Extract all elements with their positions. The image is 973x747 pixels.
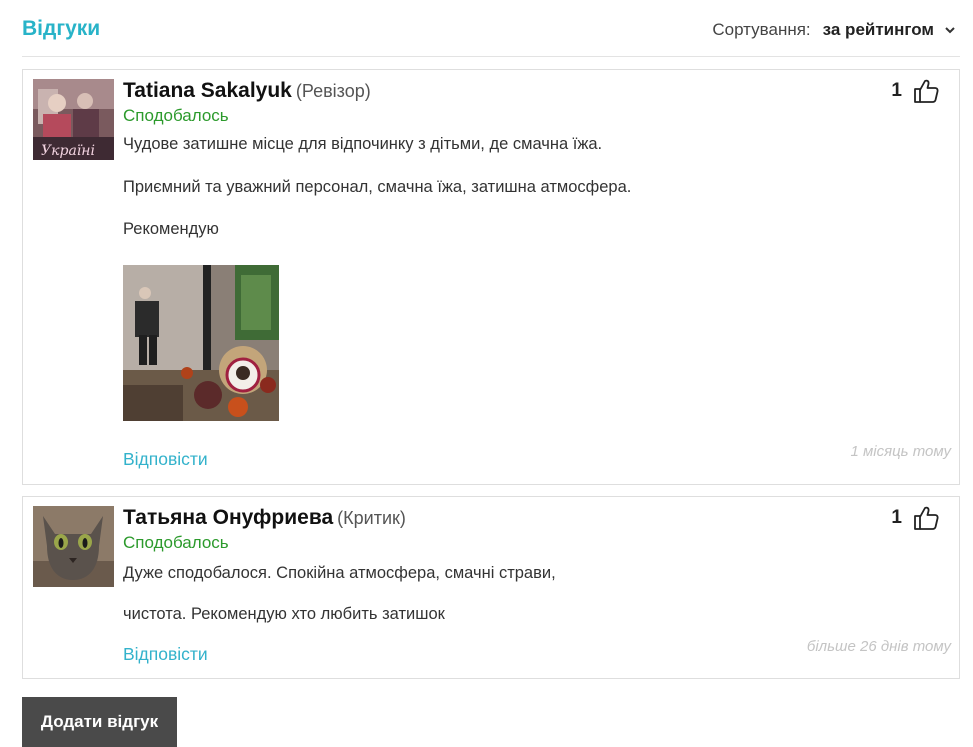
reviews-title: Відгуки (22, 17, 101, 40)
author-name[interactable]: Tatiana Sakalyuk (123, 79, 292, 102)
review-card: Татьяна Онуфриева (Критик) Сподобалось Ду… (22, 496, 960, 679)
review-author-line: Татьяна Онуфриева (Критик) (123, 506, 406, 530)
reply-link[interactable]: Відповісти (123, 449, 208, 470)
svg-text:Україні: Україні (41, 143, 95, 159)
review-status: Сподобалось (123, 533, 229, 552)
author-rank: (Ревізор) (295, 81, 371, 101)
review-author-line: Tatiana Sakalyuk (Ревізор) (123, 79, 371, 103)
review-text: Дуже сподобалося. Спокійна атмосфера, см… (123, 564, 556, 582)
author-rank: (Критик) (337, 508, 406, 528)
reply-link[interactable]: Відповісти (123, 644, 208, 665)
thumbs-up-icon[interactable] (913, 78, 939, 104)
add-review-button[interactable]: Додати відгук (22, 697, 177, 747)
review-text: Чудове затишне місце для відпочинку з ді… (123, 135, 603, 153)
reviews-header: Відгуки Сортування: за рейтингом (22, 0, 960, 57)
review-date: більше 26 днів тому (806, 638, 951, 655)
review-photo[interactable] (123, 265, 279, 421)
like-count: 1 (891, 507, 902, 528)
like-control: 1 (891, 78, 939, 104)
avatar[interactable] (33, 506, 114, 587)
like-count: 1 (891, 80, 902, 101)
review-status: Сподобалось (123, 106, 229, 125)
thumbs-up-icon[interactable] (913, 505, 939, 531)
sort-label: Сортування: (712, 20, 811, 39)
chevron-down-icon[interactable] (944, 24, 956, 36)
review-date: 1 місяць тому (850, 443, 951, 460)
review-text: Рекомендую (123, 220, 219, 238)
review-card: Україні Tatiana Sakalyuk (Ревізор) Сподоб… (22, 69, 960, 485)
sort-value[interactable]: за рейтингом (823, 20, 934, 40)
author-name[interactable]: Татьяна Онуфриева (123, 506, 333, 529)
review-text: чистота. Рекомендую хто любить затишок (123, 605, 445, 623)
review-text: Приємний та уважний персонал, смачна їжа… (123, 178, 632, 196)
like-control: 1 (891, 505, 939, 531)
avatar[interactable]: Україні (33, 79, 114, 160)
sort-control[interactable]: Сортування: за рейтингом (712, 20, 956, 40)
